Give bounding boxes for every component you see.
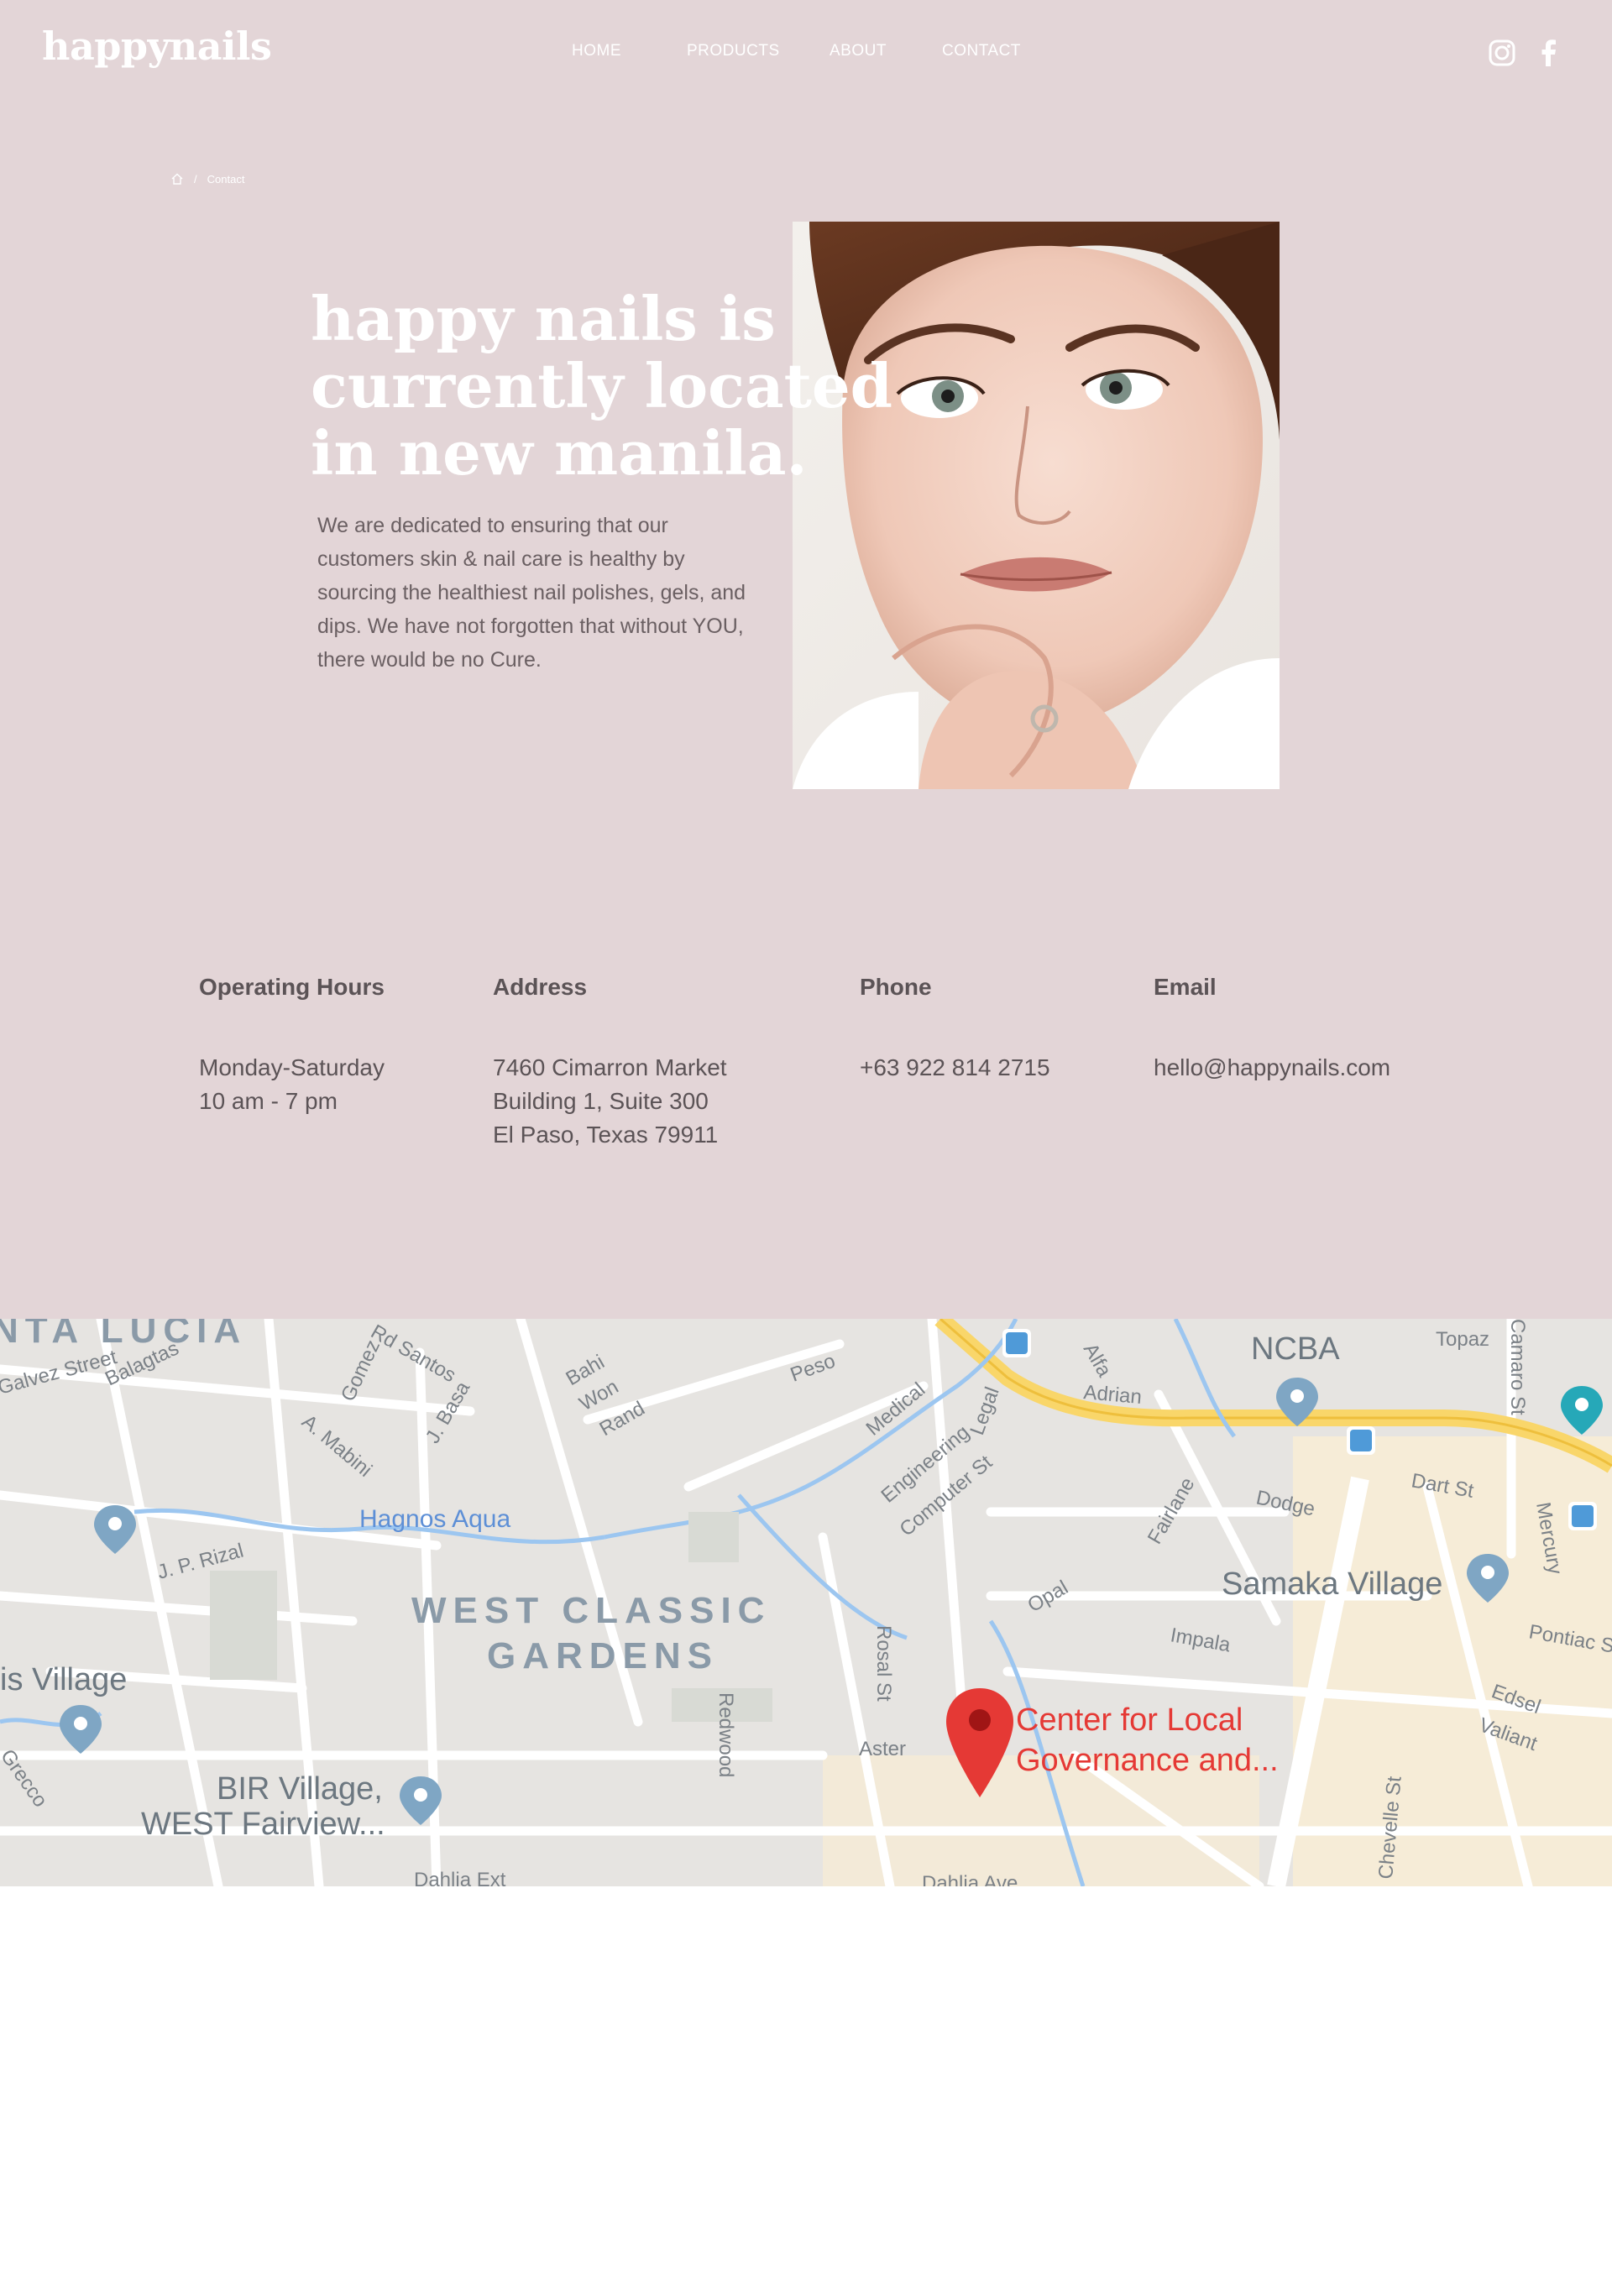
map-street-label: Dahlia Ext bbox=[414, 1869, 506, 1886]
map-area-label: is Village bbox=[0, 1662, 127, 1697]
map-area-label: BIR Village, bbox=[217, 1771, 383, 1807]
bus-stop-icon[interactable] bbox=[1568, 1502, 1597, 1530]
nav-contact[interactable]: CONTACT bbox=[942, 42, 1021, 60]
email-address[interactable]: hello@happynails.com bbox=[1154, 1051, 1390, 1085]
email-value[interactable]: hello@happynails.com bbox=[1154, 1051, 1390, 1085]
hours-line: Monday-Saturday bbox=[199, 1054, 385, 1080]
phone-number[interactable]: +63 922 814 2715 bbox=[860, 1051, 1050, 1085]
map-pin-label-line: Governance and... bbox=[1016, 1743, 1279, 1778]
map-street-label: Aster bbox=[859, 1738, 906, 1760]
phone-heading: Phone bbox=[860, 974, 932, 1000]
breadcrumb-separator: / bbox=[194, 172, 197, 186]
map-area-label: WEST CLASSIC bbox=[411, 1590, 771, 1631]
nav-home[interactable]: HOME bbox=[572, 42, 621, 60]
hero-title-line: happy nails is bbox=[311, 283, 776, 354]
breadcrumb: / Contact bbox=[170, 172, 244, 186]
hero-title-line: currently located bbox=[311, 350, 892, 421]
email-heading: Email bbox=[1154, 974, 1217, 1000]
map-area-label: NCBA bbox=[1251, 1331, 1340, 1367]
hero-title-line: in new manila. bbox=[311, 417, 808, 489]
hours-line: 10 am - 7 pm bbox=[199, 1088, 338, 1114]
map-street-label: Rosal St bbox=[872, 1625, 895, 1702]
hours-value: Monday-Saturday 10 am - 7 pm bbox=[199, 1051, 385, 1118]
map-pin-label-line: Center for Local bbox=[1016, 1702, 1243, 1738]
map-street-label: Dahlia Ave bbox=[922, 1872, 1018, 1886]
map-area-label: Samaka Village bbox=[1222, 1566, 1442, 1602]
map-area-label: NTA LUCIA bbox=[0, 1319, 247, 1351]
map-area-label: WEST Fairview... bbox=[141, 1807, 385, 1842]
address-value: 7460 Cimarron Market Building 1, Suite 3… bbox=[493, 1051, 727, 1152]
bus-stop-icon[interactable] bbox=[1002, 1329, 1031, 1357]
map-street-label: Redwood bbox=[714, 1692, 737, 1777]
bus-stop-icon[interactable] bbox=[1347, 1426, 1375, 1455]
facebook-icon[interactable] bbox=[1533, 37, 1565, 69]
hours-heading: Operating Hours bbox=[199, 974, 385, 1000]
hero-title: happy nails is currently located in new … bbox=[311, 285, 915, 487]
map-area-label: GARDENS bbox=[487, 1635, 719, 1676]
map-poi-label: Hagnos Aqua bbox=[359, 1505, 510, 1533]
breadcrumb-current[interactable]: Contact bbox=[207, 173, 245, 186]
map-street-label: Camaro St bbox=[1506, 1319, 1529, 1415]
address-line: 7460 Cimarron Market bbox=[493, 1054, 727, 1080]
instagram-icon[interactable] bbox=[1486, 37, 1518, 69]
address-line: El Paso, Texas 79911 bbox=[493, 1122, 719, 1148]
address-heading: Address bbox=[493, 974, 588, 1000]
hero-description: We are dedicated to ensuring that our cu… bbox=[317, 514, 746, 672]
address-line: Building 1, Suite 300 bbox=[493, 1088, 709, 1114]
location-map[interactable]: WEST CLASSIC GARDENS NTA LUCIA Samaka Vi… bbox=[0, 1319, 1612, 1886]
map-street-label: Topaz bbox=[1436, 1328, 1489, 1351]
nav-products[interactable]: PRODUCTS bbox=[687, 42, 780, 60]
brand-logo[interactable]: happynails bbox=[42, 24, 272, 69]
nav-about[interactable]: ABOUT bbox=[830, 42, 887, 60]
map-canvas[interactable]: WEST CLASSIC GARDENS NTA LUCIA Samaka Vi… bbox=[0, 1319, 1612, 1886]
phone-value[interactable]: +63 922 814 2715 bbox=[860, 1051, 1050, 1085]
home-icon[interactable] bbox=[170, 172, 184, 186]
contact-section: happynails HOME PRODUCTS ABOUT CONTACT /… bbox=[0, 0, 1612, 1319]
